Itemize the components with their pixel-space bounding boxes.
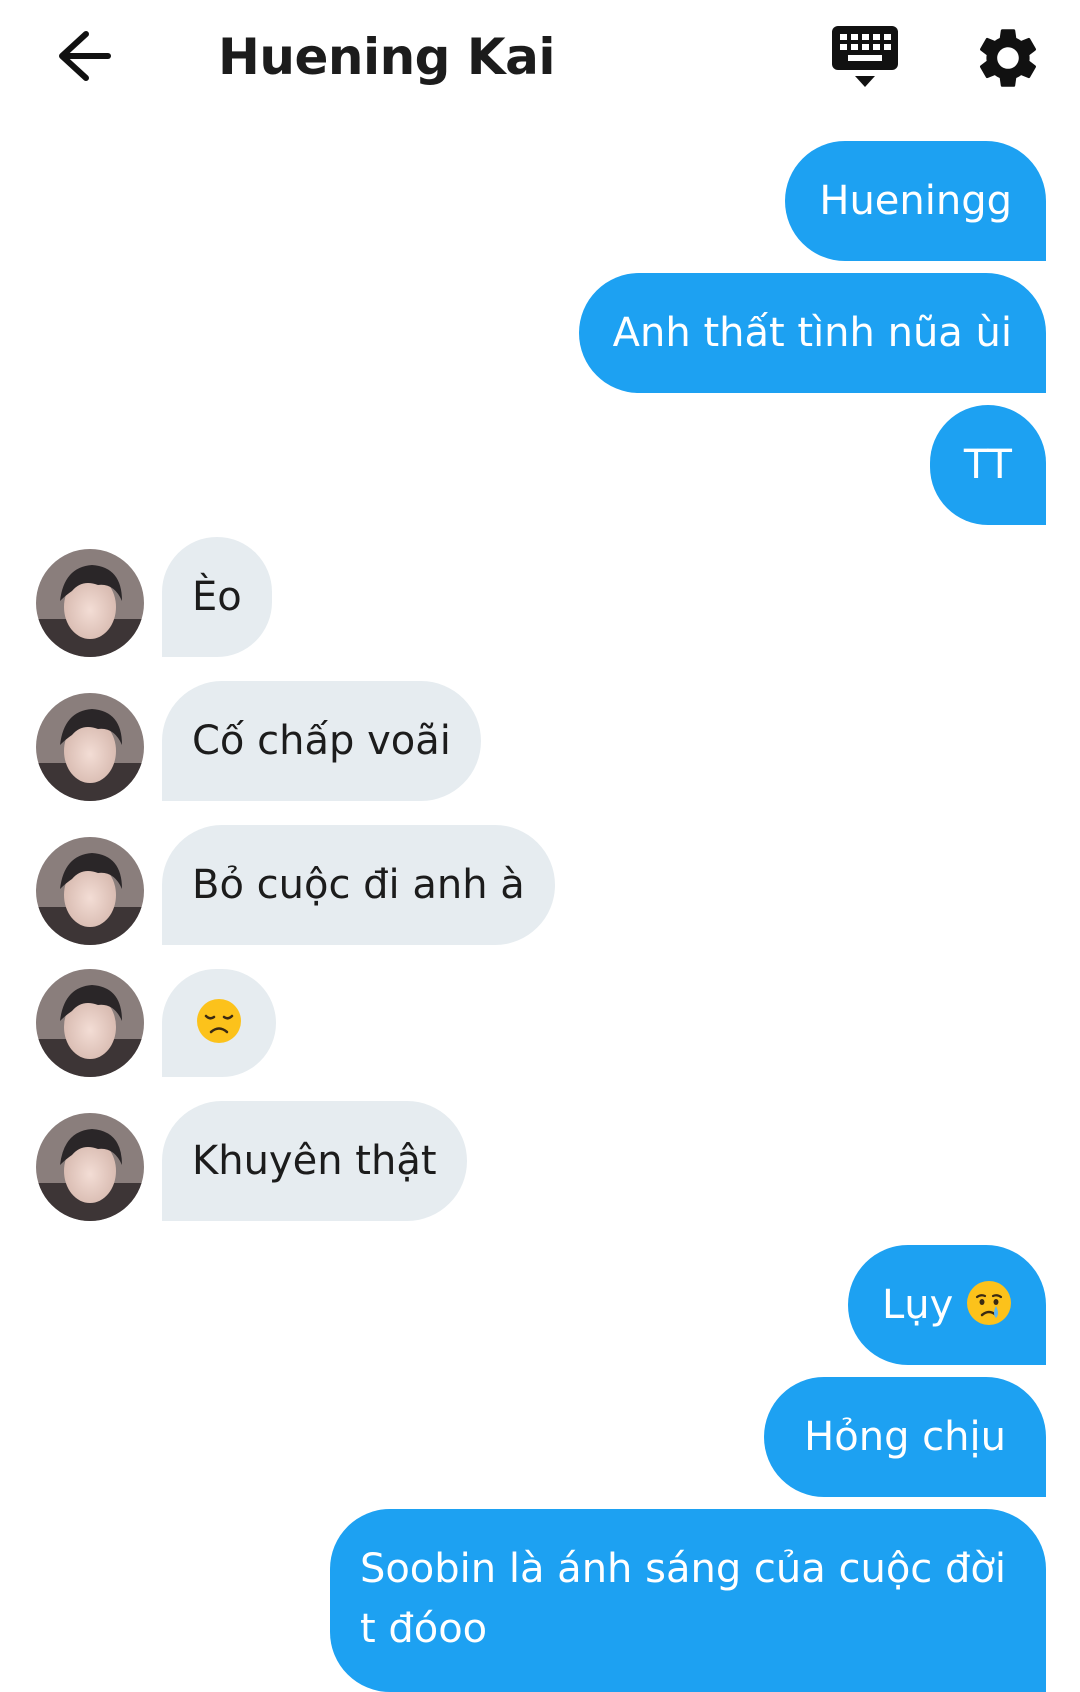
message-text: Cố chấp voãi bbox=[192, 718, 451, 764]
message-text: Bỏ cuộc đi anh à bbox=[192, 862, 525, 908]
incoming-message[interactable]: Èo bbox=[162, 537, 272, 657]
message-text: t đóoo bbox=[359, 1606, 488, 1652]
settings-button[interactable] bbox=[972, 22, 1044, 94]
avatar[interactable] bbox=[36, 693, 144, 801]
incoming-message[interactable]: Cố chấp voãi bbox=[162, 681, 481, 801]
message-text: Khuyên thật bbox=[192, 1138, 437, 1184]
arrow-left-icon bbox=[59, 31, 111, 81]
avatar[interactable] bbox=[36, 1113, 144, 1221]
outgoing-message[interactable]: Hueningg bbox=[785, 141, 1046, 261]
message-text: Hỏng chịu bbox=[804, 1414, 1006, 1460]
avatar[interactable] bbox=[36, 549, 144, 657]
gear-icon bbox=[979, 29, 1037, 87]
avatar-photo bbox=[36, 549, 144, 657]
chat-header: Huening Kai bbox=[0, 0, 1080, 120]
keyboard-toggle-button[interactable] bbox=[830, 20, 900, 90]
avatar[interactable] bbox=[36, 837, 144, 945]
message-text: Soobin là ánh sáng của cuộc đời bbox=[359, 1546, 1006, 1592]
conversation-title: Huening Kai bbox=[218, 28, 556, 86]
avatar[interactable] bbox=[36, 969, 144, 1077]
outgoing-message[interactable]: Lụy bbox=[847, 1245, 1046, 1365]
message-text: Lụy bbox=[881, 1282, 954, 1328]
avatar-photo bbox=[36, 1113, 144, 1221]
crying-face-emoji bbox=[967, 1281, 1011, 1325]
outgoing-message[interactable]: Anh thất tình nũa ùi bbox=[578, 273, 1046, 393]
avatar-photo bbox=[36, 693, 144, 801]
message-text: Anh thất tình nũa ùi bbox=[612, 310, 1012, 356]
avatar-photo bbox=[36, 969, 144, 1077]
message-text: Èo bbox=[192, 574, 242, 620]
incoming-message[interactable]: Bỏ cuộc đi anh à bbox=[162, 825, 555, 945]
incoming-message[interactable] bbox=[162, 969, 276, 1077]
outgoing-message[interactable]: Soobin là ánh sáng của cuộc đời t đóoo bbox=[329, 1509, 1046, 1692]
message-text: TT bbox=[963, 442, 1012, 488]
incoming-message[interactable]: Khuyên thật bbox=[162, 1101, 467, 1221]
disappointed-face-emoji bbox=[197, 999, 241, 1043]
message-text: Hueningg bbox=[819, 178, 1012, 224]
back-button[interactable] bbox=[50, 26, 120, 86]
outgoing-message[interactable]: TT bbox=[929, 405, 1046, 525]
avatar-photo bbox=[36, 837, 144, 945]
keyboard-icon bbox=[832, 26, 898, 87]
outgoing-message[interactable]: Hỏng chịu bbox=[764, 1377, 1046, 1497]
